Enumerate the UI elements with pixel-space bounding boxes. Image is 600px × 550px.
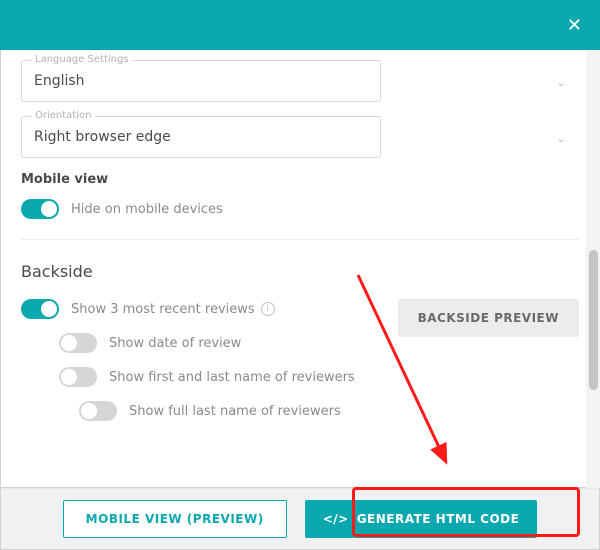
show-recent-label: Show 3 most recent reviews <box>71 302 255 317</box>
show-date-label: Show date of review <box>109 336 241 351</box>
chevron-down-icon: ⌄ <box>557 78 565 89</box>
show-full-last-label: Show full last name of reviewers <box>129 404 341 419</box>
modal-header: ✕ <box>0 0 600 50</box>
code-icon: </> <box>323 512 349 526</box>
orientation-label: Orientation <box>31 110 95 121</box>
settings-content: Language Settings English ⌄ Orientation … <box>1 60 599 455</box>
scrollbar-track <box>586 50 600 488</box>
hide-mobile-row: Hide on mobile devices <box>21 199 579 219</box>
backside-options: Show 3 most recent reviews i Show date o… <box>21 299 398 435</box>
hide-mobile-toggle[interactable] <box>21 199 59 219</box>
language-field-wrap: Language Settings English ⌄ <box>21 60 579 102</box>
footer-actions: MOBILE VIEW (PREVIEW) </> GENERATE HTML … <box>0 488 600 550</box>
show-recent-toggle[interactable] <box>21 299 59 319</box>
backside-heading: Backside <box>21 262 579 281</box>
show-names-label: Show first and last name of reviewers <box>109 370 355 385</box>
generate-html-button[interactable]: </> GENERATE HTML CODE <box>305 500 538 538</box>
show-names-toggle[interactable] <box>59 367 97 387</box>
backside-row: Show 3 most recent reviews i Show date o… <box>21 299 579 435</box>
show-recent-row: Show 3 most recent reviews i <box>21 299 398 319</box>
mobile-preview-button[interactable]: MOBILE VIEW (PREVIEW) <box>63 500 287 538</box>
language-select[interactable]: English <box>21 60 381 102</box>
orientation-select[interactable]: Right browser edge <box>21 116 381 158</box>
show-full-last-row: Show full last name of reviewers <box>79 401 398 421</box>
info-icon[interactable]: i <box>261 302 275 316</box>
generate-label: GENERATE HTML CODE <box>357 512 520 526</box>
show-date-row: Show date of review <box>59 333 398 353</box>
show-names-row: Show first and last name of reviewers <box>59 367 398 387</box>
scrollbar-thumb[interactable] <box>589 250 598 390</box>
orientation-field-wrap: Orientation Right browser edge ⌄ <box>21 116 579 158</box>
backside-preview-button[interactable]: BACKSIDE PREVIEW <box>398 299 579 337</box>
show-full-last-toggle[interactable] <box>79 401 117 421</box>
show-date-toggle[interactable] <box>59 333 97 353</box>
mobile-view-heading: Mobile view <box>21 172 579 187</box>
divider <box>21 239 579 240</box>
scrollable-content: Language Settings English ⌄ Orientation … <box>0 50 600 488</box>
language-label: Language Settings <box>31 54 133 65</box>
hide-mobile-label: Hide on mobile devices <box>71 202 223 217</box>
close-icon[interactable]: ✕ <box>567 15 582 36</box>
chevron-down-icon: ⌄ <box>557 134 565 145</box>
